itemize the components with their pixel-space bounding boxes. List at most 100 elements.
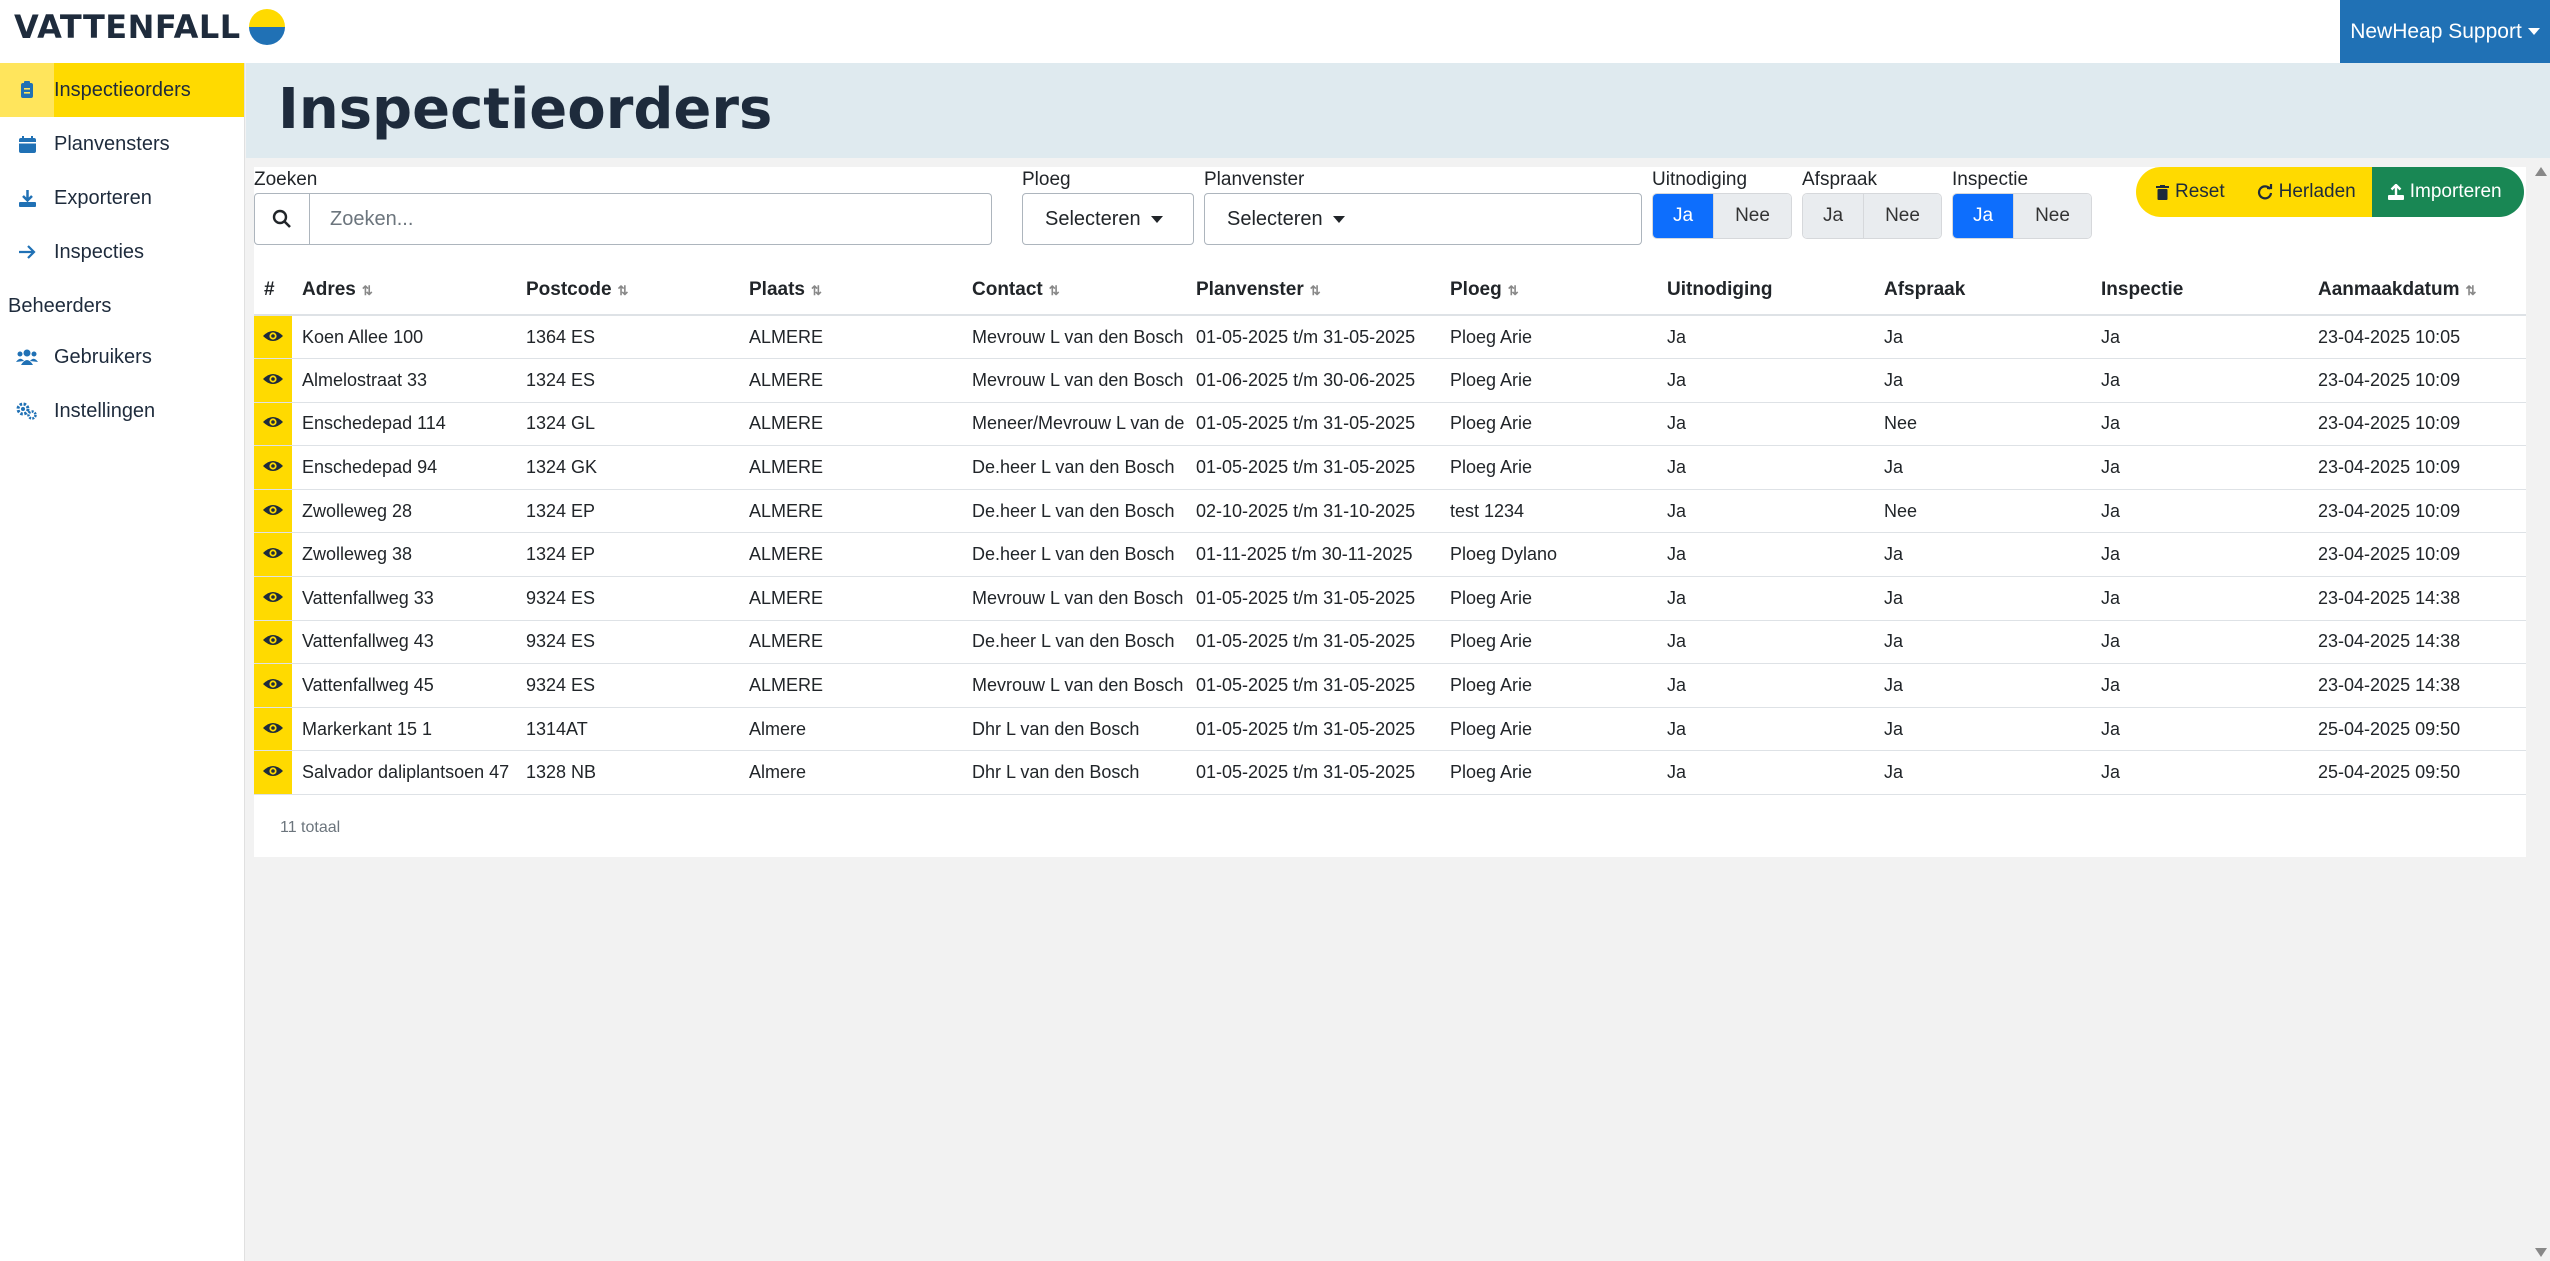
cell-plaats: ALMERE <box>739 402 962 447</box>
column-header-aanmaakdatum[interactable]: Aanmaakdatum ⇅ <box>2308 265 2526 316</box>
table-row[interactable]: Markerkant 15 1 1314AT Almere Dhr L van den… <box>254 707 2526 752</box>
view-order-button[interactable] <box>254 663 292 708</box>
sort-icon: ⇅ <box>1309 282 1321 298</box>
table-row[interactable]: Almelostraat 33 1324 ES ALMERE Mevrouw L va… <box>254 358 2526 403</box>
cell-contact: Dhr L van den Bosch <box>962 707 1186 752</box>
orders-table: # Adres ⇅ Postcode ⇅ Plaats ⇅ Contact ⇅ Plan… <box>254 265 2526 796</box>
column-header-afspraak: Afspraak <box>1874 265 2091 316</box>
column-header-postcode[interactable]: Postcode ⇅ <box>516 265 739 316</box>
orders-panel: Zoeken Ploeg Selecteren Planvenster Sele… <box>254 167 2526 857</box>
view-order-button[interactable] <box>254 750 292 796</box>
cell-aanmaakdatum: 23-04-2025 10:09 <box>2308 445 2526 490</box>
scroll-up-arrow[interactable] <box>2535 167 2547 176</box>
cell-aanmaakdatum: 23-04-2025 14:38 <box>2308 576 2526 621</box>
sort-icon: ⇅ <box>617 282 629 298</box>
search-input[interactable] <box>310 193 992 245</box>
view-order-button[interactable] <box>254 402 292 447</box>
planvenster-select[interactable]: Selecteren <box>1204 193 1642 245</box>
view-order-button[interactable] <box>254 620 292 665</box>
cell-planvenster: 01-05-2025 t/m 31-05-2025 <box>1186 402 1440 447</box>
uitnodiging-ja-button[interactable]: Ja <box>1653 194 1713 238</box>
inspectie-nee-button[interactable]: Nee <box>2013 194 2091 238</box>
cell-ploeg: Ploeg Arie <box>1440 663 1657 708</box>
vattenfall-logo[interactable]: VATTENFALL <box>14 8 285 46</box>
sidebar-item-instellingen[interactable]: Instellingen <box>0 384 244 438</box>
column-header-contact[interactable]: Contact ⇅ <box>962 265 1186 316</box>
reset-button[interactable]: Reset <box>2136 167 2241 217</box>
table-row[interactable]: Vattenfallweg 45 9324 ES ALMERE Mevrouw L v… <box>254 663 2526 708</box>
sort-icon: ⇅ <box>1507 282 1519 298</box>
table-row[interactable]: Enschedepad 114 1324 GL ALMERE Meneer/Mevro… <box>254 402 2526 447</box>
sidebar-item-planvensters[interactable]: Planvensters <box>0 117 244 171</box>
trash-icon <box>2156 184 2169 200</box>
column-header-planvenster[interactable]: Planvenster ⇅ <box>1186 265 1440 316</box>
table-row[interactable]: Vattenfallweg 33 9324 ES ALMERE Mevrouw L v… <box>254 576 2526 621</box>
ploeg-label: Ploeg <box>1022 169 1071 190</box>
sort-icon: ⇅ <box>2465 282 2477 298</box>
cell-uitnodiging: Ja <box>1657 663 1874 708</box>
cell-postcode: 9324 ES <box>516 620 739 665</box>
view-order-button[interactable] <box>254 489 292 534</box>
cell-adres: Zwolleweg 38 <box>292 532 516 578</box>
uitnodiging-nee-button[interactable]: Nee <box>1713 194 1791 238</box>
cell-uitnodiging: Ja <box>1657 576 1874 621</box>
cell-uitnodiging: Ja <box>1657 402 1874 447</box>
eye-icon <box>263 461 283 472</box>
sidebar-item-exporteren[interactable]: Exporteren <box>0 171 244 225</box>
sidebar-item-inspectieorders[interactable]: Inspectieorders <box>0 63 244 117</box>
view-order-button[interactable] <box>254 445 292 490</box>
table-row[interactable]: Zwolleweg 38 1324 EP ALMERE De.heer L van d… <box>254 532 2526 578</box>
table-row[interactable]: Koen Allee 100 1364 ES ALMERE Mevrouw L van… <box>254 315 2526 360</box>
total-count: 11 totaal <box>280 819 341 836</box>
eye-icon <box>263 548 283 559</box>
table-row[interactable]: Salvador daliplantsoen 47 1328 NB Almere Dh… <box>254 750 2526 796</box>
clipboard-icon <box>0 63 54 117</box>
view-order-button[interactable] <box>254 532 292 578</box>
view-order-button[interactable] <box>254 358 292 403</box>
logo-circle-icon <box>248 9 285 45</box>
ploeg-select[interactable]: Selecteren <box>1022 193 1194 245</box>
cell-afspraak: Ja <box>1874 532 2091 578</box>
cell-postcode: 9324 ES <box>516 576 739 621</box>
cell-adres: Enschedepad 94 <box>292 445 516 490</box>
download-icon <box>0 171 54 225</box>
scroll-down-arrow[interactable] <box>2535 1248 2547 1257</box>
cell-aanmaakdatum: 23-04-2025 10:05 <box>2308 315 2526 360</box>
view-order-button[interactable] <box>254 576 292 621</box>
column-header-ploeg[interactable]: Ploeg ⇅ <box>1440 265 1657 316</box>
table-row[interactable]: Enschedepad 94 1324 GK ALMERE De.heer L van… <box>254 445 2526 490</box>
herladen-button[interactable]: Herladen <box>2240 167 2372 217</box>
view-order-button[interactable] <box>254 707 292 752</box>
cell-planvenster: 01-06-2025 t/m 30-06-2025 <box>1186 358 1440 403</box>
sort-icon: ⇅ <box>810 282 822 298</box>
table-row[interactable]: Vattenfallweg 43 9324 ES ALMERE De.heer L v… <box>254 620 2526 665</box>
column-header-plaats[interactable]: Plaats ⇅ <box>739 265 962 316</box>
search-button[interactable] <box>254 193 310 245</box>
column-header-adres[interactable]: Adres ⇅ <box>292 265 516 316</box>
user-menu-button[interactable]: NewHeap Support <box>2340 0 2550 63</box>
cell-postcode: 1364 ES <box>516 315 739 360</box>
cell-inspectie: Ja <box>2091 489 2308 534</box>
cell-plaats: ALMERE <box>739 489 962 534</box>
eye-icon <box>263 330 283 341</box>
user-menu-label: NewHeap Support <box>2350 19 2522 43</box>
inspectie-ja-button[interactable]: Ja <box>1953 194 2013 238</box>
inspectie-toggle: Ja Nee <box>1952 193 2092 239</box>
view-order-button[interactable] <box>254 315 292 360</box>
table-row[interactable]: Zwolleweg 28 1324 EP ALMERE De.heer L van d… <box>254 489 2526 534</box>
cell-ploeg: Ploeg Arie <box>1440 750 1657 796</box>
cell-inspectie: Ja <box>2091 663 2308 708</box>
cell-planvenster: 01-05-2025 t/m 31-05-2025 <box>1186 707 1440 752</box>
afspraak-nee-button[interactable]: Nee <box>1863 194 1941 238</box>
sidebar-item-inspecties[interactable]: Inspecties <box>0 225 244 279</box>
sidebar: Inspectieorders Planvensters Exporteren … <box>0 63 245 1261</box>
inspectie-label: Inspectie <box>1952 169 2029 190</box>
afspraak-ja-button[interactable]: Ja <box>1803 194 1863 238</box>
importeren-button[interactable]: Importeren <box>2371 167 2524 217</box>
cell-plaats: ALMERE <box>739 620 962 665</box>
sidebar-item-gebruikers[interactable]: Gebruikers <box>0 330 244 384</box>
sidebar-item-label: Gebruikers <box>54 345 152 368</box>
page-header: Inspectieorders <box>246 63 2550 158</box>
refresh-icon <box>2257 184 2272 200</box>
eye-icon <box>263 679 283 690</box>
